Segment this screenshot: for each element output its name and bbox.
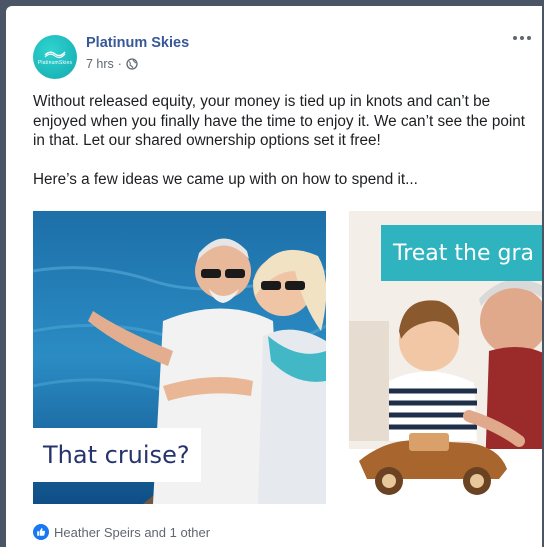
- reactions-summary[interactable]: Heather Speirs and 1 other: [33, 524, 210, 540]
- carousel-caption-1: That cruise?: [33, 428, 201, 482]
- page-avatar[interactable]: PlatinumSkies: [33, 35, 77, 79]
- meta-separator: ·: [117, 57, 122, 71]
- avatar-logo-text: PlatinumSkies: [37, 59, 73, 66]
- post-paragraph-2: Here’s a few ideas we came up with on ho…: [33, 170, 418, 188]
- logo-wave-icon: [44, 51, 66, 58]
- carousel-card-grandchildren[interactable]: Treat the gra: [349, 211, 542, 504]
- post-card: PlatinumSkies Platinum Skies 7 hrs · Wit…: [6, 6, 542, 547]
- reactions-text: Heather Speirs and 1 other: [54, 524, 211, 540]
- post-message: Without released equity, your money is t…: [33, 92, 533, 189]
- page-name-link[interactable]: Platinum Skies: [86, 35, 189, 51]
- more-options-icon[interactable]: [513, 32, 533, 44]
- globe-icon[interactable]: [126, 58, 138, 70]
- carousel-caption-2: Treat the gra: [381, 225, 542, 281]
- post-header: PlatinumSkies Platinum Skies 7 hrs ·: [33, 32, 533, 82]
- post-meta: 7 hrs ·: [86, 57, 138, 71]
- post-timestamp[interactable]: 7 hrs: [86, 57, 114, 71]
- carousel-card-cruise[interactable]: That cruise?: [33, 211, 326, 504]
- post-paragraph-1: Without released equity, your money is t…: [33, 93, 526, 149]
- like-icon: [33, 524, 49, 540]
